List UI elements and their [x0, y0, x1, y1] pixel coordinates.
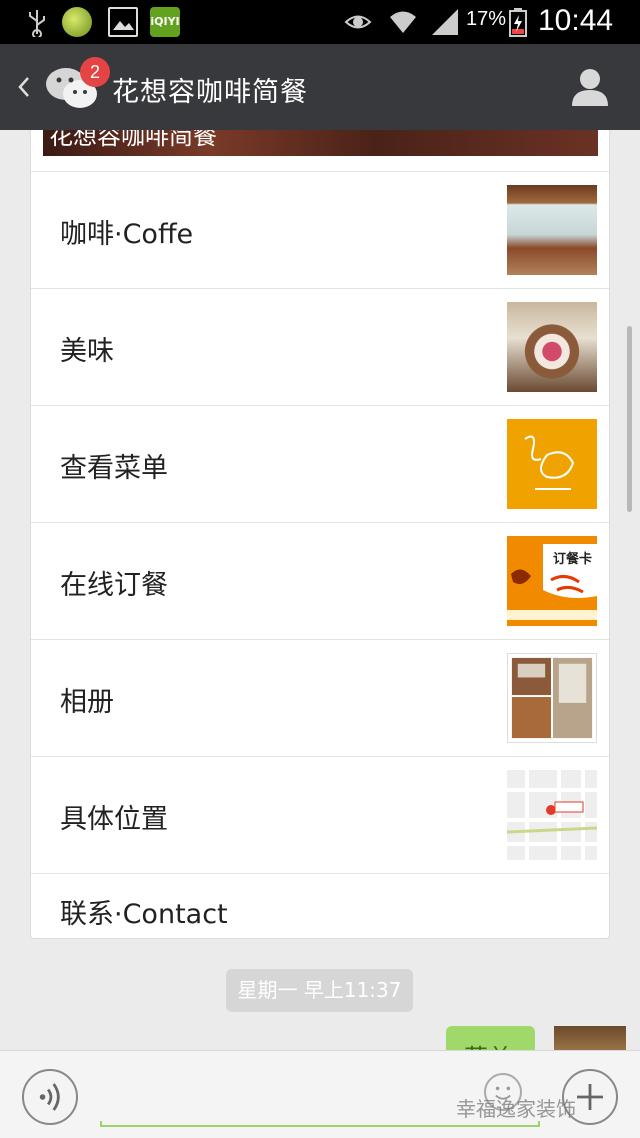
watermark: 幸福逸家装饰 [456, 1097, 576, 1121]
menu-item-label: 具体位置 [60, 804, 168, 835]
input-bar: 幸福逸家装饰 [0, 1050, 640, 1138]
clock: 10:44 [538, 4, 614, 37]
iqiyi-icon: iQIYI [150, 7, 180, 37]
cafe-interior-photo [507, 185, 597, 275]
order-card-title: 订餐卡 [553, 552, 593, 567]
voice-icon[interactable] [22, 1069, 78, 1125]
battery-icon [509, 8, 527, 37]
gallery-icon [108, 7, 138, 37]
menu-item-view-menu[interactable]: 查看菜单 [31, 405, 609, 522]
dessert-photo [507, 302, 597, 392]
status-bar: iQIYI 17% 10:44 [0, 0, 640, 44]
menu-item-label: 在线订餐 [60, 570, 168, 601]
usb-icon [29, 10, 45, 37]
scrollbar[interactable] [627, 326, 632, 512]
menu-item-delicious[interactable]: 美味 [31, 288, 609, 405]
menu-item-label: 美味 [60, 336, 114, 367]
menu-item-label: 联系·Contact [60, 899, 228, 930]
chat-title: 花想容咖啡简餐 [112, 77, 308, 108]
message-timestamp: 星期一 早上11:37 [226, 969, 413, 1012]
wifi-icon [390, 11, 416, 33]
menu-item-album[interactable]: 相册 [31, 639, 609, 756]
menu-item-label: 相册 [60, 687, 114, 718]
order-card-image: 订餐卡 [507, 536, 597, 626]
cover-title: 花想容咖啡简餐 [49, 130, 217, 150]
menu-item-label: 咖啡·Coffe [60, 219, 194, 250]
chat-header: 2 花想容咖啡简餐 [0, 44, 640, 130]
menu-item-contact[interactable]: 联系·Contact [31, 873, 609, 936]
person-icon[interactable] [570, 66, 610, 108]
chevron-left-icon[interactable] [14, 72, 34, 102]
album-collage [507, 653, 597, 743]
eye-icon [344, 15, 372, 29]
signal-icon [432, 9, 458, 35]
cover-image[interactable]: 花想容咖啡简餐 [43, 130, 598, 156]
battery-percent: 17% [466, 8, 507, 30]
app-icon [62, 7, 92, 37]
menu-item-label: 查看菜单 [60, 453, 168, 484]
menu-item-coffee[interactable]: 咖啡·Coffe [31, 171, 609, 288]
map-image [507, 770, 597, 860]
menu-item-online-order[interactable]: 在线订餐 订餐卡 [31, 522, 609, 639]
article-card: 花想容咖啡简餐 咖啡·Coffe 美味 查看菜单 在线订餐 订餐卡 相册 具体位… [30, 130, 610, 939]
menu-item-location[interactable]: 具体位置 [31, 756, 609, 873]
unread-badge: 2 [80, 57, 110, 87]
menu-logo-image [507, 419, 597, 509]
